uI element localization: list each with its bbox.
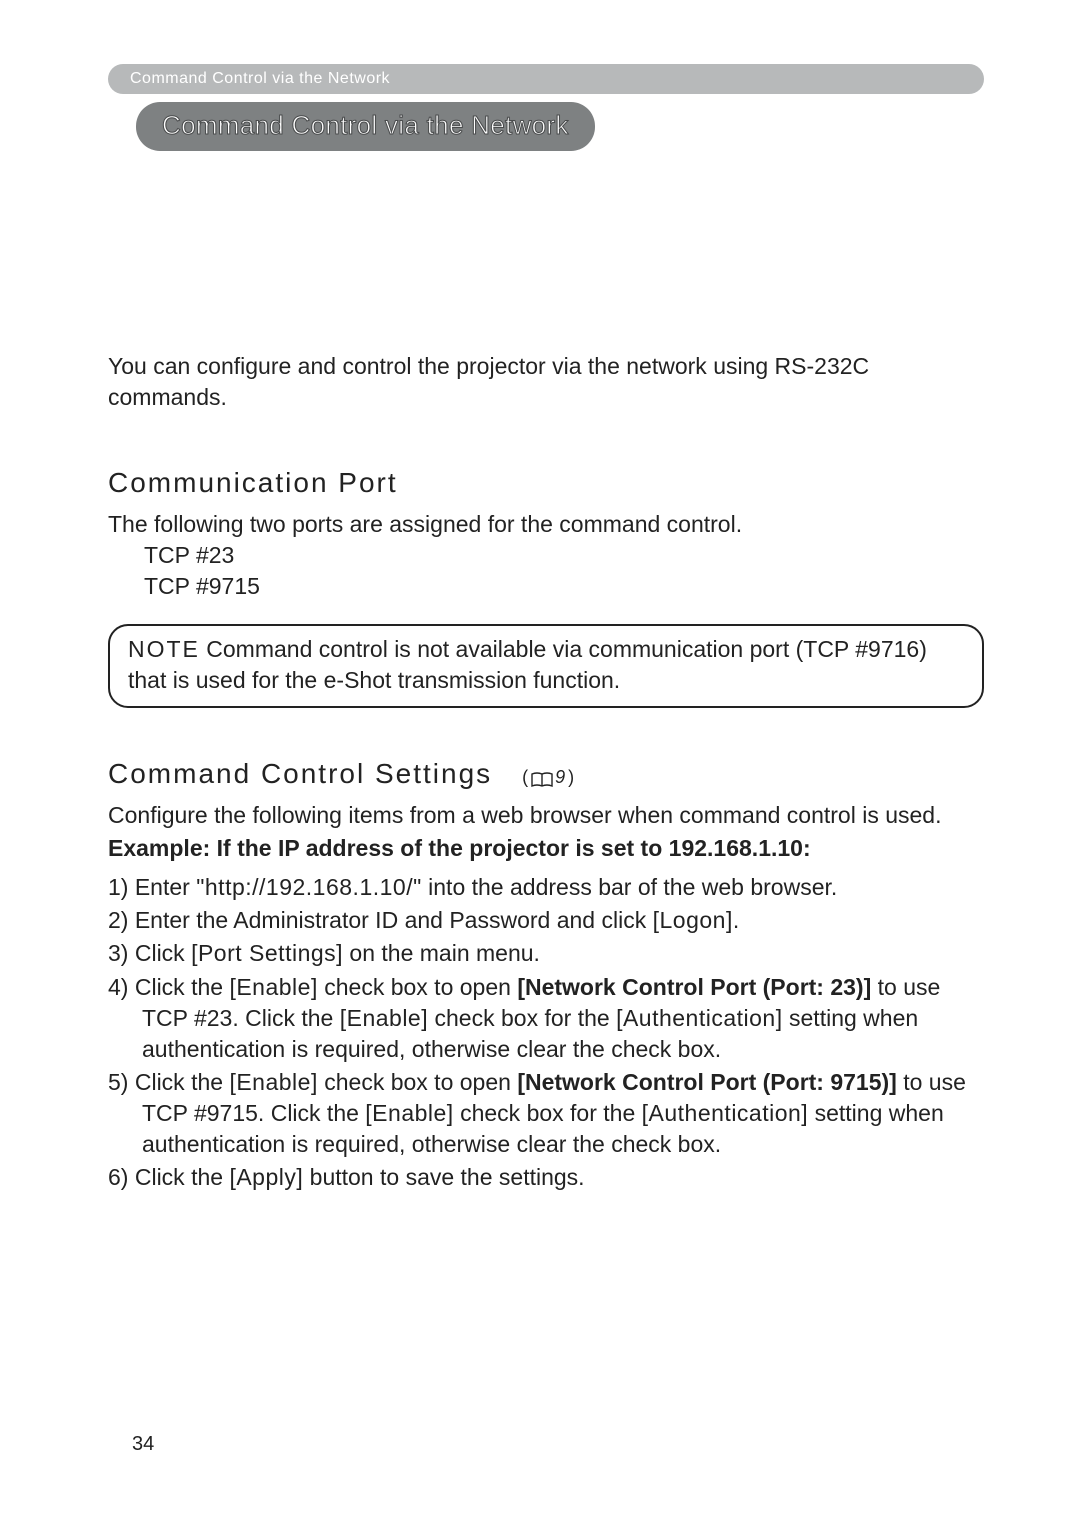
settings-lead: Configure the following items from a web… [108,800,984,831]
breadcrumb-text: Command Control via the Network [130,70,390,87]
note-text: Command control is not available via com… [128,636,927,693]
page-reference: ( 9 ) [522,767,575,788]
page-number: 34 [132,1433,154,1456]
step-1: 1) Enter "http://192.168.1.10/" into the… [108,872,984,903]
port-2: TCP #9715 [144,571,984,602]
step-4: 4) Click the [Enable] check box to open … [108,972,984,1065]
comm-port-lead: The following two ports are assigned for… [108,509,984,540]
step-2: 2) Enter the Administrator ID and Passwo… [108,905,984,936]
example-label: Example: If the IP address of the projec… [108,835,984,862]
port-1: TCP #23 [144,540,984,571]
step-6: 6) Click the [Apply] button to save the … [108,1162,984,1193]
paren-open: ( [522,767,529,788]
breadcrumb-bar: Command Control via the Network [108,64,984,94]
book-icon [531,772,553,788]
step-5: 5) Click the [Enable] check box to open … [108,1067,984,1160]
paren-close: ) [568,767,575,788]
heading-communication-port: Communication Port [108,467,984,499]
heading-command-control-settings: Command Control Settings [108,758,492,790]
section-heading-text: Command Control via the Network [162,110,569,140]
steps-list: 1) Enter "http://192.168.1.10/" into the… [108,872,984,1192]
section-heading-pill: Command Control via the Network [136,102,595,151]
step-3: 3) Click [Port Settings] on the main men… [108,938,984,969]
intro-paragraph: You can configure and control the projec… [108,351,984,413]
note-box: NOTE Command control is not available vi… [108,624,984,708]
page-ref-num: 9 [555,767,566,788]
note-label: NOTE [128,636,200,662]
